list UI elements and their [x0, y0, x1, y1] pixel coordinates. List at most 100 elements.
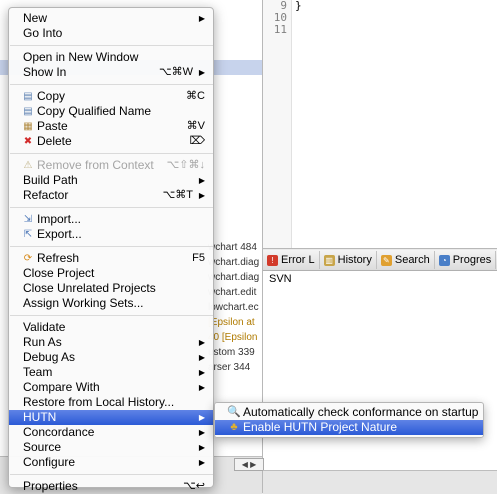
bottom-panel-bar: [263, 470, 497, 494]
menu-item-validate[interactable]: Validate: [9, 320, 213, 335]
console-line: wchart.edit: [208, 287, 257, 298]
menu-item-close-project[interactable]: Close Project: [9, 266, 213, 281]
menu-item-configure[interactable]: Configure ▶: [9, 455, 213, 470]
menu-item-label: Copy: [37, 89, 66, 103]
menu-item-remove-from-context[interactable]: ⚠ Remove from Context ⌥⇧⌘↓: [9, 158, 213, 173]
menu-item-debug-as[interactable]: Debug As ▶: [9, 350, 213, 365]
menu-item-build-path[interactable]: Build Path ▶: [9, 173, 213, 188]
console-line: wchart.diag: [208, 257, 260, 268]
console-line: 40 [Epsilon: [208, 332, 258, 343]
menu-item-compare-with[interactable]: Compare With ▶: [9, 380, 213, 395]
menu-separator: [10, 315, 213, 316]
submenu-item-enable-hutn-project-nature[interactable]: ♣ Enable HUTN Project Nature: [215, 420, 483, 435]
menu-item-source[interactable]: Source ▶: [9, 440, 213, 455]
menu-item-run-as[interactable]: Run As ▶: [9, 335, 213, 350]
console-line: ustom 339: [208, 347, 255, 358]
menu-shortcut: ⌘V: [186, 120, 205, 132]
menu-item-concordance[interactable]: Concordance ▶: [9, 425, 213, 440]
submenu-arrow-icon: ▶: [198, 338, 205, 347]
submenu-arrow-icon: ▶: [198, 176, 205, 185]
menu-item-label: Close Unrelated Projects: [23, 281, 156, 295]
view-tab-bar: ! Error L ▥ History ✎ Search ◔ Progres: [263, 250, 497, 271]
horizontal-scroll-arrows[interactable]: ◀ ▶: [234, 458, 264, 471]
menu-item-label: Open in New Window: [23, 50, 139, 64]
console-line: [Epsilon at: [208, 317, 255, 328]
menu-item-restore-from-local-history[interactable]: Restore from Local History...: [9, 395, 213, 410]
menu-shortcut: ⌥↩: [183, 480, 205, 492]
console-line: wchart.diag: [208, 272, 260, 283]
tab-label: Progres: [452, 254, 492, 266]
tab-label: History: [337, 254, 372, 266]
submenu-arrow-icon: ▶: [198, 428, 205, 437]
line-number: 11: [273, 23, 287, 36]
menu-item-delete[interactable]: ✖ Delete ⌦: [9, 134, 213, 149]
menu-separator: [10, 474, 213, 475]
menu-item-properties[interactable]: Properties ⌥↩: [9, 479, 213, 494]
menu-item-import[interactable]: ⇲ Import...: [9, 212, 213, 227]
code-editor[interactable]: 9 10 11 }: [263, 0, 497, 249]
submenu-item-automatically-check-conformance-on-startup[interactable]: 🔍 Automatically check conformance on star…: [215, 405, 483, 420]
editor-code-line: }: [295, 0, 302, 12]
menu-item-paste[interactable]: ▦ Paste ⌘V: [9, 119, 213, 134]
hutn-submenu: 🔍 Automatically check conformance on star…: [214, 402, 484, 438]
menu-item-label: Import...: [37, 212, 82, 226]
svn-panel-label: SVN: [269, 273, 292, 285]
nature-icon: ♣: [230, 420, 238, 433]
tab-error-l[interactable]: ! Error L: [263, 251, 320, 269]
tab-search[interactable]: ✎ Search: [377, 251, 435, 269]
submenu-arrow-icon: ▶: [198, 458, 205, 467]
history-icon: ▥: [323, 254, 335, 266]
menu-item-show-in[interactable]: Show In ⌥⌘W ▶: [9, 65, 213, 80]
menu-shortcut: ⌥⇧⌘↓: [166, 159, 205, 171]
console-line: lowchart.ec: [208, 302, 259, 313]
menu-item-label: Build Path: [23, 173, 78, 187]
menu-item-hutn[interactable]: HUTN ▶: [9, 410, 213, 425]
menu-item-label: HUTN: [23, 410, 57, 424]
menu-item-copy[interactable]: ▤ Copy ⌘C: [9, 89, 213, 104]
submenu-arrow-icon: ▶: [198, 413, 205, 422]
menu-item-label: Restore from Local History...: [23, 395, 175, 409]
search-icon: ✎: [380, 254, 392, 266]
menu-item-label: Refresh: [37, 251, 80, 265]
menu-item-copy-qualified-name[interactable]: ▤ Copy Qualified Name: [9, 104, 213, 119]
console-line: arser 344: [208, 362, 251, 373]
menu-separator: [10, 84, 213, 85]
project-context-menu: New ▶ Go Into Open in New Window Show In ⌥⌘W ▶…: [8, 7, 214, 493]
menu-item-label: Concordance: [23, 425, 95, 439]
menu-item-label: Export...: [37, 227, 82, 241]
menu-item-close-unrelated-projects[interactable]: Close Unrelated Projects: [9, 281, 213, 296]
menu-item-open-in-new-window[interactable]: Open in New Window: [9, 50, 213, 65]
menu-item-export[interactable]: ⇱ Export...: [9, 227, 213, 242]
menu-item-label: Configure: [23, 455, 76, 469]
submenu-arrow-icon: ▶: [198, 383, 205, 392]
export-icon: ⇱: [23, 228, 33, 240]
submenu-arrow-icon: ▶: [198, 68, 205, 77]
menu-item-team[interactable]: Team ▶: [9, 365, 213, 380]
remove-context-icon: ⚠: [23, 159, 33, 171]
menu-separator: [10, 153, 213, 154]
console-line: wchart 484: [208, 242, 257, 253]
tab-label: Error L: [281, 254, 315, 266]
menu-item-label: Go Into: [23, 26, 63, 40]
paste-icon: ▦: [23, 120, 33, 132]
menu-item-label: Source: [23, 440, 62, 454]
menu-item-assign-working-sets[interactable]: Assign Working Sets...: [9, 296, 213, 311]
menu-item-label: Debug As: [23, 350, 76, 364]
submenu-item-label: Enable HUTN Project Nature: [243, 420, 398, 434]
menu-shortcut: ⌥⌘W: [158, 66, 193, 78]
tab-history[interactable]: ▥ History: [320, 251, 377, 269]
menu-item-refactor[interactable]: Refactor ⌥⌘T ▶: [9, 188, 213, 203]
menu-shortcut: F5: [192, 252, 205, 264]
menu-item-refresh[interactable]: ⟳ Refresh F5: [9, 251, 213, 266]
menu-item-label: Copy Qualified Name: [37, 104, 152, 118]
menu-item-label: Team: [23, 365, 53, 379]
menu-item-label: Assign Working Sets...: [23, 296, 144, 310]
menu-item-new[interactable]: New ▶: [9, 11, 213, 26]
refresh-icon: ⟳: [23, 252, 33, 264]
menu-item-go-into[interactable]: Go Into: [9, 26, 213, 41]
tab-progres[interactable]: ◔ Progres: [435, 251, 497, 269]
submenu-item-label: Automatically check conformance on start…: [243, 405, 479, 419]
tab-label: Search: [394, 254, 430, 266]
menu-item-label: Show In: [23, 65, 67, 79]
console-output: wchart 484 wchart.diag wchart.diag wchart.e…: [208, 240, 263, 373]
